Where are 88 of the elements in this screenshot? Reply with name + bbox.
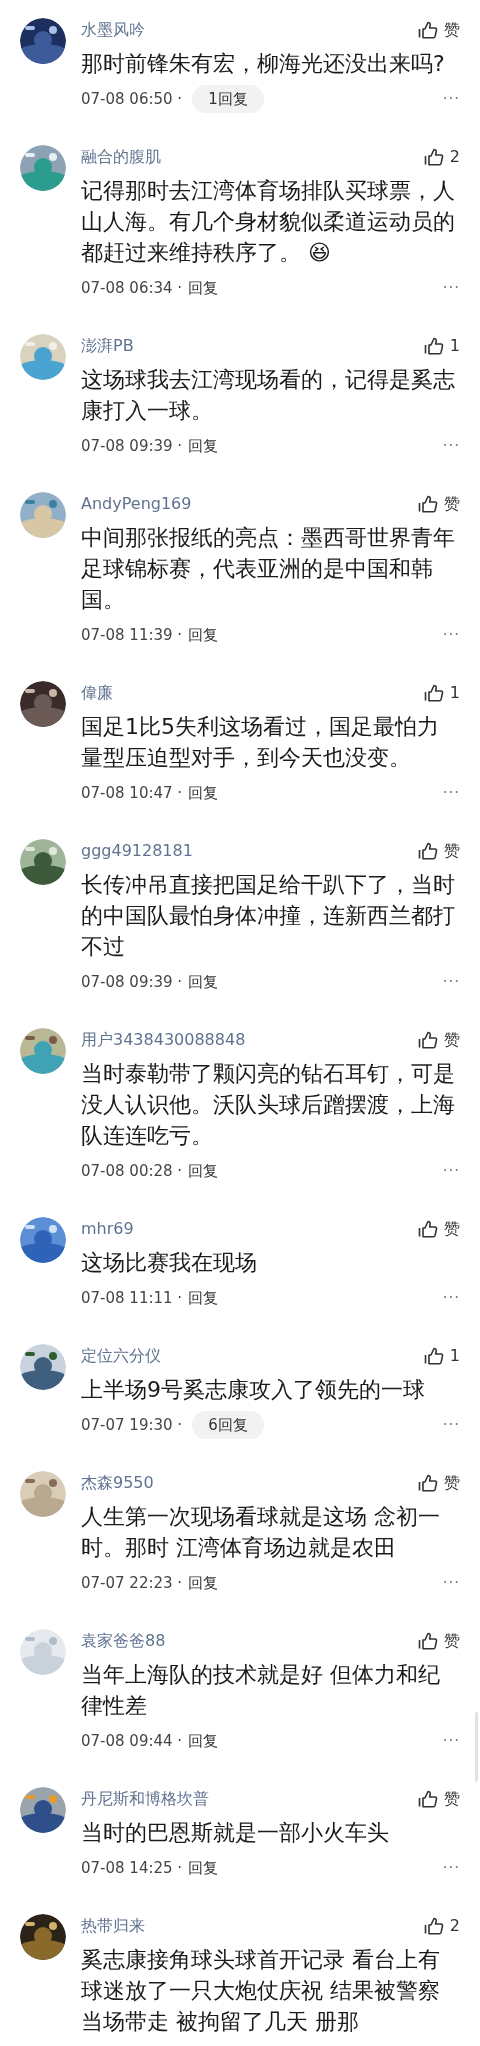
comment-text: 当时的巴恩斯就是一部小火车头: [81, 1820, 389, 1845]
more-button[interactable]: ···: [442, 276, 460, 300]
username[interactable]: 丹尼斯和博格坎普: [81, 1787, 209, 1811]
timestamp: 07-08 06:50 ·: [81, 88, 183, 110]
thumbs-up-icon: [423, 1917, 444, 1935]
thumbs-up-icon: [423, 337, 444, 355]
thumbs-up-icon: [418, 21, 438, 39]
more-button[interactable]: ···: [442, 623, 460, 647]
thumbs-up-icon: [418, 1632, 438, 1650]
timestamp: 07-08 00:28 ·: [81, 1160, 183, 1182]
reply-link[interactable]: 回复: [188, 1856, 219, 1880]
more-button[interactable]: ···: [442, 434, 460, 458]
more-button[interactable]: ···: [442, 1856, 460, 1880]
reply-link[interactable]: 回复: [188, 781, 219, 805]
comment-text: 人生第一次现场看球就是这场 念初一时。那时 江湾体育场边就是农田: [81, 1504, 440, 1560]
thumbs-up-icon: [423, 148, 444, 166]
like-button[interactable]: 赞: [418, 1028, 460, 1052]
reply-link[interactable]: 回复: [188, 1286, 219, 1310]
timestamp: 07-08 10:47 ·: [81, 782, 183, 804]
more-button[interactable]: ···: [442, 1286, 460, 1310]
username[interactable]: 热带归来: [81, 1914, 145, 1938]
like-button[interactable]: 2: [423, 1914, 460, 1938]
timestamp: 07-08 09:44 ·: [81, 1730, 183, 1752]
username[interactable]: AndyPeng169: [81, 492, 192, 516]
replies-button[interactable]: 6回复: [192, 1411, 264, 1439]
username[interactable]: 融合的腹肌: [81, 145, 161, 169]
thumbs-up-icon: [418, 495, 438, 513]
reply-link[interactable]: 回复: [188, 970, 219, 994]
comment-text: 记得那时去江湾体育场排队买球票，人山人海。有几个身材貌似柔道运动员的都赶过来维持秩序了。 😆: [81, 178, 455, 265]
more-button[interactable]: ···: [442, 87, 460, 111]
more-button[interactable]: ···: [442, 1571, 460, 1595]
thumbs-up-icon: [418, 842, 438, 860]
username[interactable]: 用户3438430088848: [81, 1028, 246, 1052]
like-button[interactable]: 2: [423, 145, 460, 169]
thumbs-up-icon: [418, 1790, 438, 1808]
reply-link[interactable]: 回复: [188, 276, 219, 300]
username[interactable]: 澎湃PB: [81, 334, 134, 358]
like-button[interactable]: 1: [423, 334, 460, 358]
reply-link[interactable]: 回复: [188, 1571, 219, 1595]
comment-text: 这场比赛我在现场: [81, 1250, 257, 1275]
thumbs-up-icon: [423, 1347, 444, 1365]
comment-text: 国足1比5失利这场看过，国足最怕力量型压迫型对手，到今天也没变。: [81, 714, 439, 770]
more-button[interactable]: ···: [442, 1729, 460, 1753]
like-button[interactable]: 赞: [418, 839, 460, 863]
comment-text: 奚志康接角球头球首开记录 看台上有球迷放了一只大炮仗庆祝 结果被警察当场带走 被拘留了几天 册那: [81, 1947, 440, 2034]
more-button[interactable]: ···: [442, 970, 460, 994]
timestamp: 07-08 11:39 ·: [81, 624, 183, 646]
timestamp: 07-08 06:34 ·: [81, 277, 183, 299]
like-button[interactable]: 1: [423, 1344, 460, 1368]
timestamp: 07-07 22:23 ·: [81, 1572, 183, 1594]
timestamp: 07-08 09:39 ·: [81, 971, 183, 993]
like-button[interactable]: 赞: [418, 18, 460, 42]
comment-text: 中间那张报纸的亮点：墨西哥世界青年足球锦标赛，代表亚洲的是中国和韩国。: [81, 525, 455, 612]
username[interactable]: 定位六分仪: [81, 1344, 161, 1368]
replies-button[interactable]: 1回复: [192, 85, 264, 113]
comment-text: 当年上海队的技术就是好 但体力和纪律性差: [81, 1662, 440, 1718]
like-button[interactable]: 赞: [418, 1471, 460, 1495]
comment-text: 那时前锋朱有宏，柳海光还没出来吗?: [81, 51, 445, 76]
thumbs-up-icon: [418, 1031, 438, 1049]
more-button[interactable]: ···: [442, 1159, 460, 1183]
thumbs-up-icon: [418, 1474, 438, 1492]
like-button[interactable]: 赞: [418, 1787, 460, 1811]
timestamp: 07-08 11:11 ·: [81, 1287, 183, 1309]
username[interactable]: ggg49128181: [81, 839, 193, 863]
reply-link[interactable]: 回复: [188, 1159, 219, 1183]
thumbs-up-icon: [423, 684, 444, 702]
comment-text: 这场球我去江湾现场看的，记得是奚志康打入一球。: [81, 367, 455, 423]
reply-link[interactable]: 回复: [188, 623, 219, 647]
timestamp: 07-07 19:30 ·: [81, 1414, 183, 1436]
like-button[interactable]: 赞: [418, 492, 460, 516]
like-button[interactable]: 1: [423, 681, 460, 705]
timestamp: 07-08 14:25 ·: [81, 1857, 183, 1879]
comment-text: 当时泰勒带了颗闪亮的钻石耳钉，可是没人认识他。沃队头球后蹭摆渡，上海队连连吃亏。: [81, 1061, 455, 1148]
like-button[interactable]: 赞: [418, 1217, 460, 1241]
username[interactable]: 偉廉: [81, 681, 113, 705]
comment-text: 上半场9号奚志康攻入了领先的一球: [81, 1377, 425, 1402]
reply-link[interactable]: 回复: [188, 434, 219, 458]
username[interactable]: 杰森9550: [81, 1471, 154, 1495]
like-button[interactable]: 赞: [418, 1629, 460, 1653]
more-button[interactable]: ···: [442, 781, 460, 805]
more-button[interactable]: ···: [442, 1413, 460, 1437]
username[interactable]: mhr69: [81, 1217, 134, 1241]
username[interactable]: 袁家爸爸88: [81, 1629, 166, 1653]
reply-link[interactable]: 回复: [188, 1729, 219, 1753]
thumbs-up-icon: [418, 1220, 438, 1238]
timestamp: 07-08 09:39 ·: [81, 435, 183, 457]
username[interactable]: 水墨风吟: [81, 18, 145, 42]
comment-text: 长传冲吊直接把国足给干趴下了，当时的中国队最怕身体冲撞，连新西兰都打不过: [81, 872, 455, 959]
